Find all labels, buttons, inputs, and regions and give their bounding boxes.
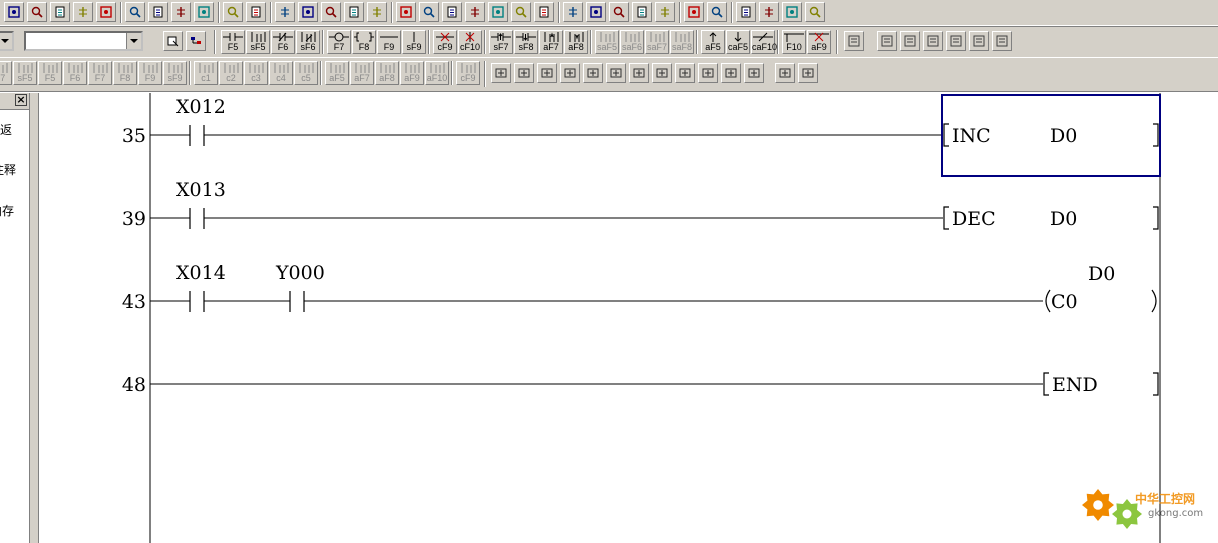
coil-left-arc: [1045, 289, 1051, 313]
contact-device-label[interactable]: X014: [176, 262, 226, 284]
instruction-left-bracket: [943, 206, 949, 230]
instruction-mnemonic[interactable]: DEC: [952, 208, 996, 230]
watermark-url: gkong.com: [1148, 508, 1203, 519]
green-gear-icon-hub: [1122, 509, 1132, 519]
instruction-left-bracket: [1043, 372, 1049, 396]
contact-device-label[interactable]: X012: [176, 96, 226, 118]
contact-device-label[interactable]: Y000: [275, 262, 325, 284]
instruction-left-bracket: [943, 123, 949, 147]
rung-step-number: 35: [122, 125, 146, 147]
rung-step-number: 39: [122, 208, 146, 230]
rung-step-number: 43: [122, 291, 146, 313]
instruction-operand[interactable]: D0: [1050, 208, 1077, 230]
watermark-logo: 中华工控网 gkong.com: [1082, 489, 1203, 529]
ladder-diagram[interactable]: 35 X012 INC D0 39 X013 DEC D0 43 X014 Y000 C0 D0 48 EN…: [0, 0, 1218, 543]
instruction-right-bracket: [1153, 123, 1159, 147]
coil-setpoint-label[interactable]: D0: [1088, 263, 1115, 285]
instruction-right-bracket: [1153, 372, 1159, 396]
instruction-right-bracket: [1153, 206, 1159, 230]
watermark-name: 中华工控网: [1135, 491, 1195, 506]
rung-step-number: 48: [122, 374, 146, 396]
contact-device-label[interactable]: X013: [176, 179, 226, 201]
coil-right-arc: [1151, 289, 1157, 313]
instruction-mnemonic[interactable]: INC: [952, 125, 991, 147]
coil-device-label[interactable]: C0: [1051, 291, 1078, 313]
instruction-operand[interactable]: D0: [1050, 125, 1077, 147]
instruction-mnemonic[interactable]: END: [1052, 374, 1098, 396]
orange-gear-icon-hub: [1093, 500, 1103, 510]
